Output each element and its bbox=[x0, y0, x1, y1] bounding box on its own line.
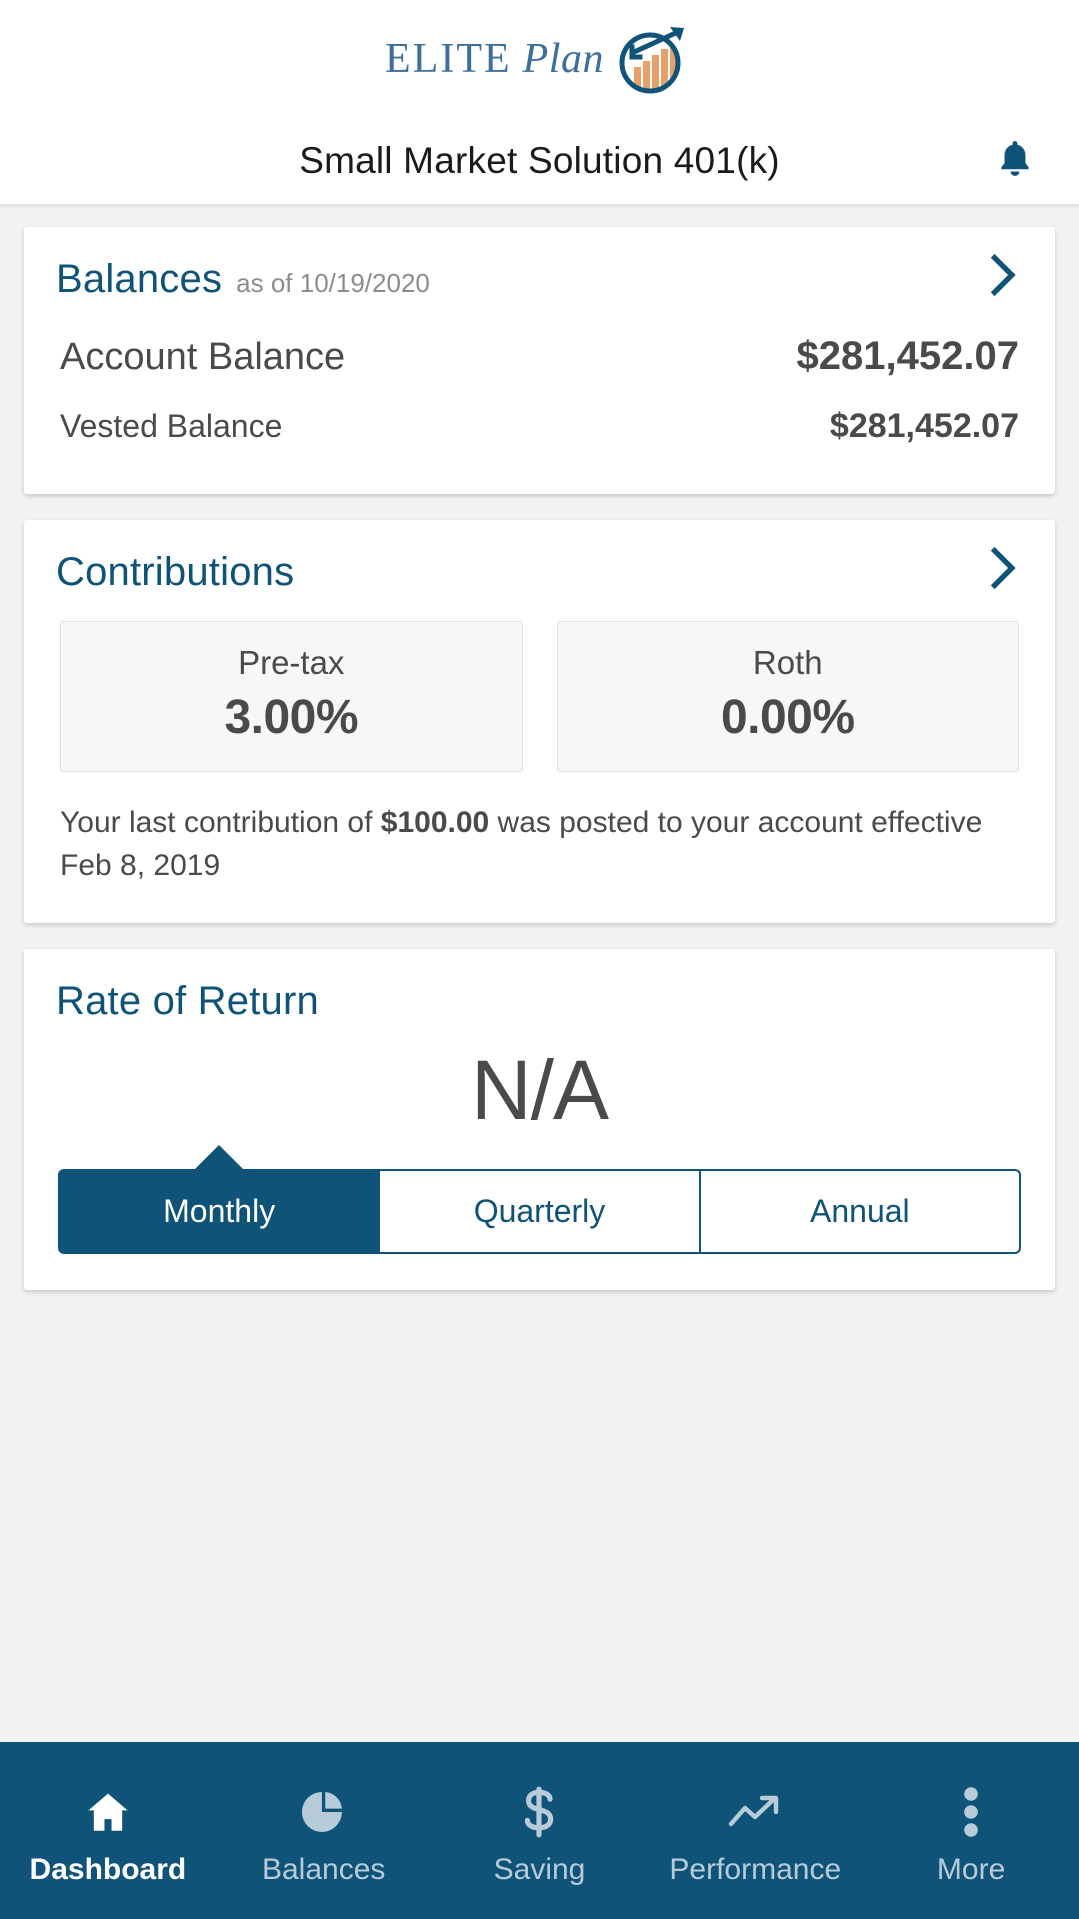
rate-of-return-period-segmented-control[interactable]: Monthly Quarterly Annual bbox=[58, 1169, 1021, 1255]
rate-of-return-body: N/A Monthly Quarterly Annual bbox=[24, 1024, 1055, 1290]
last-contribution-note: Your last contribution of $100.00 was po… bbox=[60, 802, 1019, 887]
brand-plan-text: Plan bbox=[522, 36, 604, 82]
roth-contribution-tile[interactable]: Roth 0.00% bbox=[556, 621, 1019, 772]
pie-chart-icon bbox=[216, 1781, 432, 1843]
contributions-body: Pre-tax 3.00% Roth 0.00% Your last contr… bbox=[24, 595, 1055, 923]
elite-plan-chart-circle-logo-icon bbox=[614, 19, 694, 99]
nav-label-performance: Performance bbox=[669, 1852, 842, 1886]
page-title: Small Market Solution 401(k) bbox=[299, 140, 780, 181]
note-prefix: Your last contribution of bbox=[60, 806, 381, 839]
rate-of-return-card: Rate of Return N/A Monthly Quarterly Ann… bbox=[24, 949, 1055, 1291]
vested-balance-row: Vested Balance $281,452.07 bbox=[60, 389, 1019, 456]
contributions-card: Contributions Pre-tax 3.00% Roth 0.00% Y… bbox=[24, 520, 1055, 924]
home-icon bbox=[0, 1781, 216, 1843]
brand-elite-text: ELITE bbox=[385, 36, 512, 82]
vested-balance-label: Vested Balance bbox=[60, 408, 283, 444]
pretax-tile-label: Pre-tax bbox=[238, 644, 345, 681]
segment-monthly[interactable]: Monthly bbox=[58, 1169, 380, 1255]
contributions-card-title: Contributions bbox=[56, 550, 295, 594]
title-row: Small Market Solution 401(k) bbox=[0, 118, 1079, 204]
account-balance-label: Account Balance bbox=[60, 336, 346, 378]
overflow-dots-icon bbox=[863, 1781, 1079, 1843]
account-balance-value: $281,452.07 bbox=[796, 334, 1019, 378]
brand-row: ELITE Plan bbox=[0, 0, 1079, 118]
balances-as-of-date: as of 10/19/2020 bbox=[236, 268, 430, 298]
account-balance-row: Account Balance $281,452.07 bbox=[60, 324, 1019, 389]
notification-bell-button[interactable] bbox=[987, 133, 1043, 189]
nav-label-balances: Balances bbox=[261, 1852, 386, 1886]
contributions-card-header[interactable]: Contributions bbox=[24, 520, 1055, 595]
chevron-right-icon[interactable] bbox=[987, 253, 1021, 297]
nav-label-dashboard: Dashboard bbox=[29, 1852, 187, 1886]
dollar-sign-icon bbox=[432, 1781, 648, 1843]
vested-balance-value: $281,452.07 bbox=[829, 407, 1019, 445]
rate-of-return-card-header: Rate of Return bbox=[24, 949, 1055, 1024]
balances-card-header[interactable]: Balances as of 10/19/2020 bbox=[24, 227, 1055, 302]
rate-of-return-value: N/A bbox=[470, 1043, 609, 1138]
nav-item-saving[interactable]: Saving bbox=[432, 1775, 648, 1887]
nav-label-more: More bbox=[936, 1852, 1006, 1886]
nav-item-performance[interactable]: Performance bbox=[647, 1775, 863, 1887]
segment-quarterly[interactable]: Quarterly bbox=[379, 1169, 700, 1255]
pretax-contribution-tile[interactable]: Pre-tax 3.00% bbox=[60, 621, 523, 772]
balances-card: Balances as of 10/19/2020 Account Balanc… bbox=[24, 227, 1055, 494]
roth-tile-label: Roth bbox=[752, 644, 823, 681]
contribution-tiles: Pre-tax 3.00% Roth 0.00% bbox=[60, 621, 1019, 772]
nav-item-balances[interactable]: Balances bbox=[216, 1775, 432, 1887]
segment-annual[interactable]: Annual bbox=[699, 1169, 1021, 1255]
brand-wordmark: ELITE Plan bbox=[385, 38, 604, 80]
chevron-right-icon[interactable] bbox=[987, 546, 1021, 590]
notification-bell-icon bbox=[993, 135, 1037, 188]
nav-item-dashboard[interactable]: Dashboard bbox=[0, 1775, 216, 1887]
bottom-navigation-bar: Dashboard Balances Saving Performance Mo… bbox=[0, 1742, 1079, 1919]
nav-label-saving: Saving bbox=[493, 1852, 586, 1886]
note-amount: $100.00 bbox=[380, 806, 490, 839]
nav-item-more[interactable]: More bbox=[863, 1775, 1079, 1887]
rate-of-return-card-title: Rate of Return bbox=[56, 979, 319, 1024]
roth-tile-value: 0.00% bbox=[720, 691, 855, 744]
trending-up-icon bbox=[647, 1781, 863, 1843]
main-content: Balances as of 10/19/2020 Account Balanc… bbox=[0, 205, 1079, 1291]
balances-card-title: Balances bbox=[56, 257, 223, 301]
balances-body: Account Balance $281,452.07 Vested Balan… bbox=[24, 302, 1055, 494]
app-header: ELITE Plan Small Market Solution 401(k) bbox=[0, 0, 1079, 205]
pretax-tile-value: 3.00% bbox=[224, 691, 359, 744]
